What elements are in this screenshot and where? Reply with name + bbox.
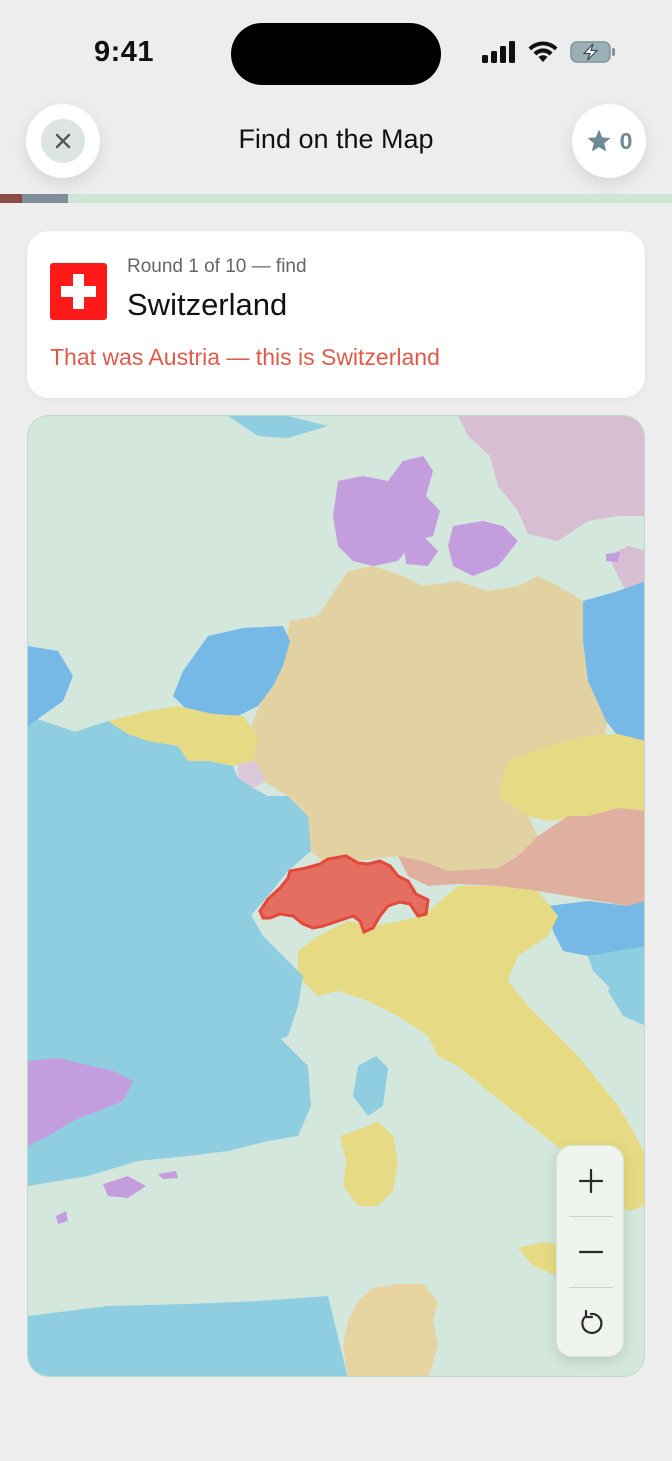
score-button[interactable]: 0 — [572, 104, 646, 178]
status-icons — [482, 40, 616, 64]
zoom-out-button[interactable] — [557, 1217, 625, 1287]
minus-icon — [578, 1250, 604, 1254]
round-indicator: Round 1 of 10 — find — [127, 256, 307, 277]
progress-segment-1 — [0, 194, 22, 203]
region-tunisia — [343, 1284, 438, 1376]
region-uk — [28, 646, 73, 726]
map-view[interactable] — [27, 415, 645, 1377]
region-balearics — [56, 1171, 178, 1224]
plus-icon — [578, 1168, 604, 1194]
wifi-icon — [528, 41, 558, 62]
ocean-southwest — [28, 1296, 348, 1376]
score-count: 0 — [619, 127, 633, 154]
reset-view-button[interactable] — [557, 1288, 625, 1358]
cellular-signal-icon — [482, 41, 515, 63]
star-icon — [587, 129, 611, 152]
battery-charging-icon — [570, 41, 615, 63]
region-denmark-islands — [403, 521, 620, 576]
region-adriatic-coast — [588, 946, 644, 1025]
prompt-card: Round 1 of 10 — find Switzerland That wa… — [27, 231, 645, 398]
reset-icon — [581, 1309, 603, 1334]
swiss-flag-icon — [50, 263, 107, 320]
zoom-in-button[interactable] — [557, 1146, 625, 1216]
region-sardinia — [340, 1121, 398, 1206]
dynamic-island — [231, 23, 441, 85]
ocean-north — [228, 416, 328, 438]
round-progress-bar — [0, 194, 672, 203]
answer-feedback: That was Austria — this is Switzerland — [50, 344, 440, 370]
region-slovenia — [548, 901, 644, 956]
region-corsica — [353, 1056, 388, 1116]
target-country: Switzerland — [127, 287, 288, 322]
progress-segment-2 — [22, 194, 68, 203]
status-time: 9:41 — [94, 36, 155, 68]
map-zoom-controls — [556, 1145, 624, 1357]
